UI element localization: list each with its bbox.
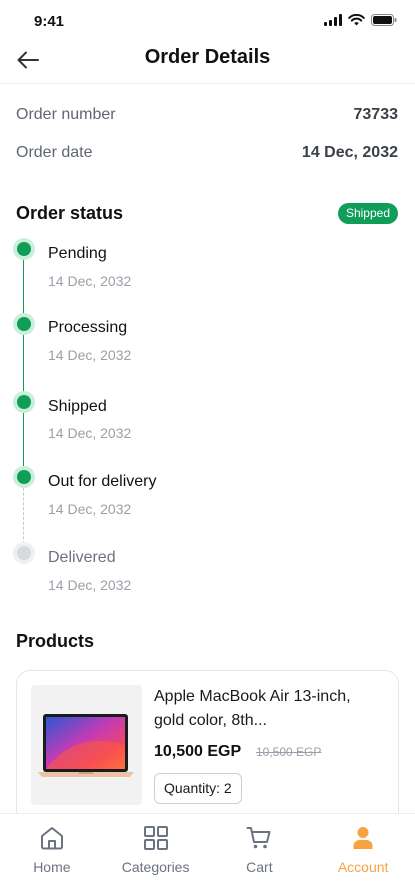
- tab-bar: Home Categories Cart Account: [0, 813, 415, 896]
- tab-cart[interactable]: Cart: [208, 814, 312, 896]
- product-card[interactable]: Apple MacBook Air 13-inch, gold color, 8…: [16, 670, 399, 830]
- timeline-dot-done: [13, 238, 35, 260]
- timeline-step-date: 14 Dec, 2032: [48, 425, 132, 441]
- status-time: 9:41: [34, 13, 65, 30]
- products-title: Products: [16, 631, 95, 651]
- order-number-label: Order number: [16, 106, 116, 123]
- order-timeline: Pending 14 Dec, 2032 Processing 14 Dec, …: [0, 236, 415, 606]
- timeline-step-date: 14 Dec, 2032: [48, 273, 132, 289]
- home-icon: [38, 824, 66, 852]
- product-name: Apple MacBook Air 13-inch, gold color, 8…: [154, 688, 351, 729]
- timeline-dot-done: [13, 391, 35, 413]
- order-date-row: Order date 14 Dec, 2032: [16, 144, 398, 162]
- tab-label: Account: [337, 859, 389, 875]
- timeline-dot-pending: [13, 542, 35, 564]
- timeline-step-date: 14 Dec, 2032: [48, 347, 132, 363]
- categories-icon: [142, 824, 170, 852]
- cart-icon: [245, 824, 273, 852]
- order-date-label: Order date: [16, 144, 93, 161]
- wifi-icon: [348, 14, 365, 26]
- order-number-value: 73733: [353, 106, 399, 123]
- status-icons: [324, 14, 397, 26]
- signal-icon: [324, 14, 342, 26]
- timeline-step-label: Pending: [48, 245, 107, 262]
- timeline-step-date: 14 Dec, 2032: [48, 577, 132, 593]
- tab-label: Categories: [121, 859, 190, 875]
- tab-categories[interactable]: Categories: [104, 814, 208, 896]
- battery-icon: [371, 14, 397, 26]
- tab-label: Cart: [246, 859, 273, 875]
- tab-account[interactable]: Account: [311, 814, 415, 896]
- timeline-dot-done: [13, 313, 35, 335]
- timeline-step-label: Processing: [48, 319, 128, 336]
- timeline-step-label: Out for delivery: [48, 473, 157, 490]
- order-status-title: Order status: [16, 203, 124, 223]
- quantity-box: Quantity: 2: [154, 773, 242, 804]
- page-title: Order Details: [144, 46, 271, 68]
- timeline-step-date: 14 Dec, 2032: [48, 501, 132, 517]
- status-badge: Shipped: [337, 203, 398, 224]
- timeline-step-label: Delivered: [48, 549, 116, 566]
- order-date-value: 14 Dec, 2032: [301, 144, 398, 161]
- header: Order Details: [0, 34, 415, 84]
- timeline-dot-done: [13, 466, 35, 488]
- product-old-price: 10,500 EGP: [256, 745, 322, 759]
- laptop-image: [31, 685, 142, 805]
- product-image: [31, 685, 142, 805]
- tab-label: Home: [33, 859, 71, 875]
- tab-home[interactable]: Home: [0, 814, 104, 896]
- timeline-step-label: Shipped: [48, 398, 107, 415]
- account-icon: [349, 824, 377, 852]
- product-price: 10,500 EGP: [154, 743, 242, 760]
- order-number-row: Order number 73733: [16, 106, 398, 124]
